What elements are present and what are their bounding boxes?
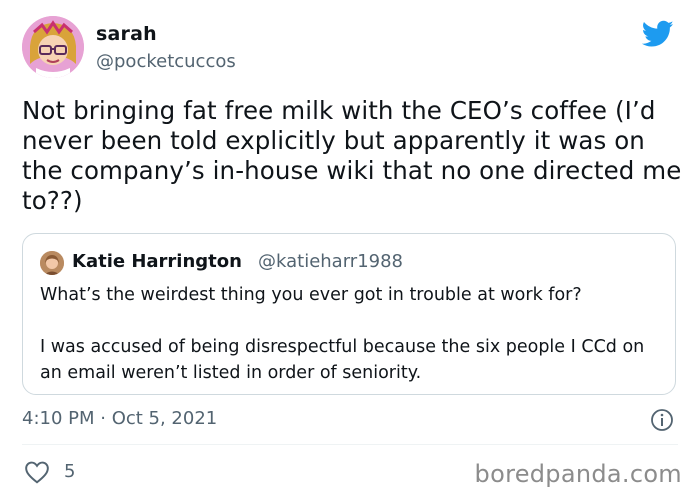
twitter-bird-icon[interactable] xyxy=(642,20,674,48)
quoted-avatar xyxy=(40,251,64,275)
like-count: 5 xyxy=(64,461,76,482)
quoted-paragraph: What’s the weirdest thing you ever got i… xyxy=(40,285,582,305)
quoted-tweet[interactable]: Katie Harrington @katieharr1988 What’s t… xyxy=(22,233,676,395)
divider xyxy=(22,444,678,445)
author-handle[interactable]: @pocketcuccos xyxy=(96,51,236,72)
tweet-header: sarah @pocketcuccos xyxy=(22,14,678,84)
tweet-text: Not bringing fat free milk with the CEO’… xyxy=(22,96,682,215)
quoted-author-name: Katie Harrington xyxy=(72,251,242,272)
quoted-paragraph: I was accused of being disrespectful bec… xyxy=(40,337,645,383)
heart-icon xyxy=(25,461,49,484)
tweet-timestamp[interactable]: 4:10 PM · Oct 5, 2021 xyxy=(22,408,217,429)
avatar[interactable] xyxy=(22,16,84,78)
avatar-illustration xyxy=(22,16,84,78)
author-name[interactable]: sarah xyxy=(96,23,157,45)
quoted-text: What’s the weirdest thing you ever got i… xyxy=(40,282,660,386)
quoted-avatar-illustration xyxy=(40,251,64,275)
quoted-author-handle: @katieharr1988 xyxy=(258,251,404,272)
watermark: boredpanda.com xyxy=(474,460,682,488)
info-icon[interactable] xyxy=(650,408,674,432)
